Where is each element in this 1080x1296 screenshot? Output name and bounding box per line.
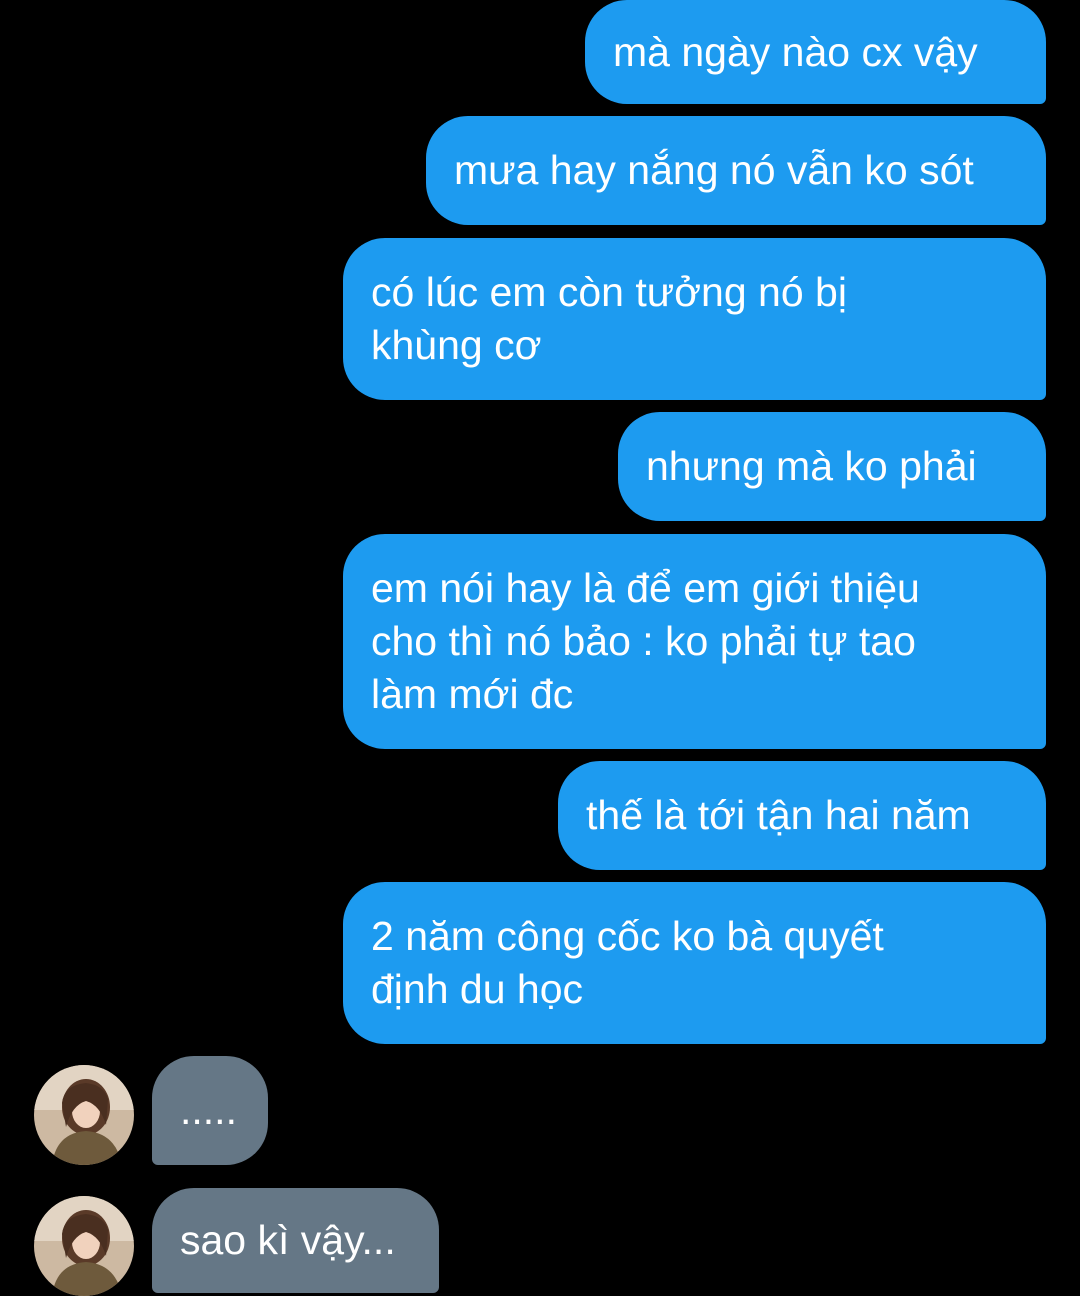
sent-message-bubble[interactable]: mà ngày nào cx vậy: [585, 0, 1046, 104]
message-text: .....: [180, 1087, 237, 1133]
message-text: nhưng mà ko phải: [646, 443, 977, 489]
sent-message-bubble[interactable]: mưa hay nắng nó vẫn ko sót: [426, 116, 1046, 225]
message-text: 2 năm công cốc ko bà quyết định du học: [371, 913, 884, 1012]
message-text: mà ngày nào cx vậy: [613, 28, 978, 75]
sent-message-bubble[interactable]: 2 năm công cốc ko bà quyết định du học: [343, 882, 1046, 1044]
sent-message-bubble[interactable]: có lúc em còn tưởng nó bị khùng cơ: [343, 238, 1046, 400]
message-text: có lúc em còn tưởng nó bị khùng cơ: [371, 269, 847, 368]
message-text: sao kì vậy...: [180, 1217, 396, 1263]
sent-message-bubble[interactable]: nhưng mà ko phải: [618, 412, 1046, 521]
sent-message-bubble[interactable]: em nói hay là để em giới thiệu cho thì n…: [343, 534, 1046, 749]
contact-avatar[interactable]: [34, 1065, 134, 1165]
received-message-bubble[interactable]: sao kì vậy...: [152, 1188, 439, 1293]
contact-avatar[interactable]: [34, 1196, 134, 1296]
sent-message-bubble[interactable]: thế là tới tận hai năm: [558, 761, 1046, 870]
message-text: em nói hay là để em giới thiệu cho thì n…: [371, 565, 920, 717]
avatar-photo-icon: [34, 1196, 134, 1296]
avatar-photo-icon: [34, 1065, 134, 1165]
message-text: thế là tới tận hai năm: [586, 792, 971, 838]
message-text: mưa hay nắng nó vẫn ko sót: [454, 147, 974, 193]
received-message-bubble[interactable]: .....: [152, 1056, 268, 1165]
